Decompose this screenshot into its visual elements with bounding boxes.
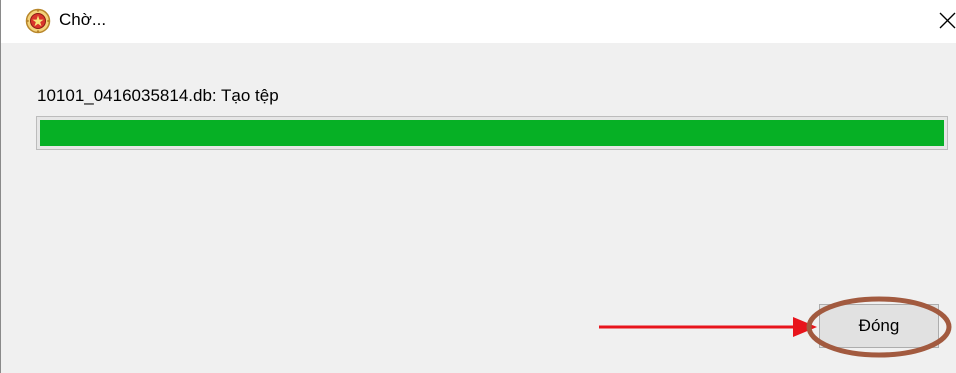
dialog-body: 10101_0416035814.db: Tạo tệp Đóng <box>1 43 956 373</box>
app-emblem-icon <box>25 8 51 34</box>
progress-dialog: Chờ... 10101_0416035814.db: Tạo tệp Đóng <box>0 0 956 373</box>
progress-bar <box>36 116 948 150</box>
window-close-button[interactable] <box>931 4 956 34</box>
close-icon <box>939 12 956 29</box>
progress-status-text: 10101_0416035814.db: Tạo tệp <box>37 86 279 105</box>
progress-bar-fill <box>40 120 944 146</box>
title-bar[interactable]: Chờ... <box>1 0 956 43</box>
window-title: Chờ... <box>59 10 107 29</box>
close-button[interactable]: Đóng <box>819 304 939 348</box>
